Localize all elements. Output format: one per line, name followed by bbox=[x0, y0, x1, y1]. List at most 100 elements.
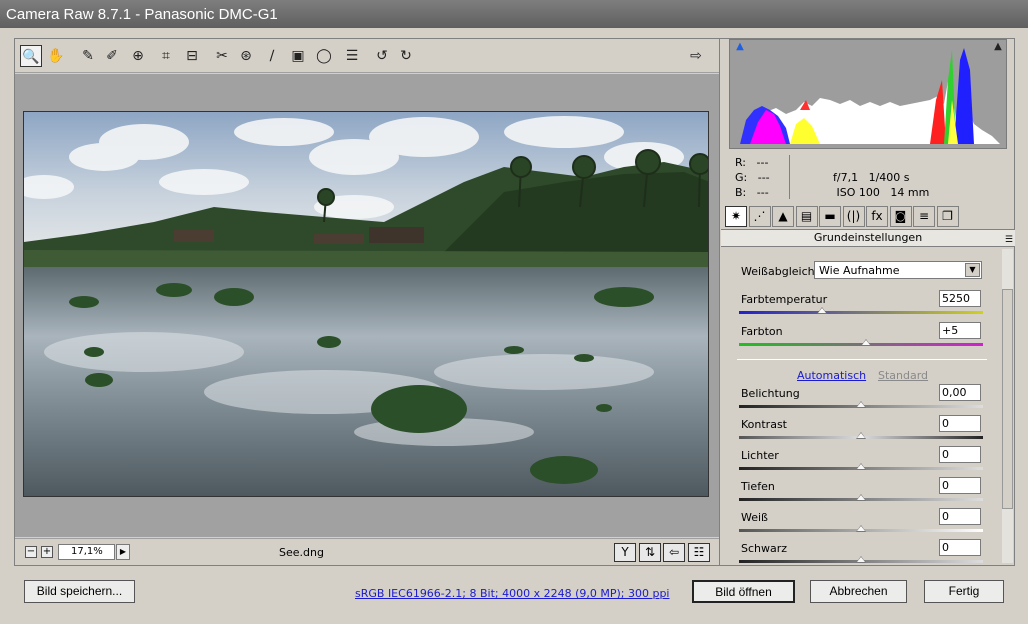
zoom-in-button[interactable]: + bbox=[41, 546, 53, 558]
slider-label: Weiß bbox=[741, 511, 768, 524]
preferences-icon[interactable]: ☰ bbox=[341, 45, 363, 67]
tab-effects[interactable]: fx bbox=[866, 206, 888, 227]
camera-raw-dialog: 🔍 ✋ ✎ ✐ ⊕ ⌗ ⊟ ✂ ⊛ ∕ ▣ ◯ ☰ ↺ ↻ ⇨ − + 17,1… bbox=[14, 38, 1015, 566]
r-value: --- bbox=[756, 156, 769, 169]
slider-value-field[interactable]: 0,00 bbox=[939, 384, 981, 401]
readout-divider bbox=[789, 155, 790, 199]
panel-title: Grundeinstellungen bbox=[813, 231, 923, 244]
swap-settings-button[interactable]: ⇅ bbox=[639, 543, 661, 562]
white-balance-value: Wie Aufnahme bbox=[819, 264, 900, 277]
zoom-out-button[interactable]: − bbox=[25, 546, 37, 558]
lake-photo bbox=[24, 112, 708, 496]
zoom-menu-arrow[interactable]: ▶ bbox=[116, 544, 130, 560]
tab-camera-calibration[interactable]: ◙ bbox=[889, 206, 912, 227]
radial-filter-icon[interactable]: ◯ bbox=[313, 45, 335, 67]
panel-menu-icon[interactable]: ☰ bbox=[1005, 232, 1013, 248]
focal-length: 14 mm bbox=[890, 186, 930, 199]
aperture: f/7,1 bbox=[833, 171, 859, 184]
preview-bottom-bar: − + 17,1% ▶ See.dng Y ⇅ ⇦ ☷ bbox=[15, 538, 719, 565]
tab-snapshots[interactable]: ❐ bbox=[936, 206, 959, 227]
slider-value-field[interactable]: 0 bbox=[939, 446, 981, 463]
preview-area[interactable] bbox=[15, 74, 719, 537]
slider-label: Belichtung bbox=[741, 387, 800, 400]
panel-tabs: ✷ ⋰ ▲ ▤ ▬ (|) fx ◙ ≡ ❐ bbox=[721, 204, 1015, 228]
panel-scrollbar-thumb[interactable] bbox=[1002, 289, 1013, 509]
histogram: ▲ ▲ bbox=[729, 39, 1007, 149]
slider-label: Tiefen bbox=[741, 480, 775, 493]
slider-value-field[interactable]: 0 bbox=[939, 539, 981, 556]
default-link[interactable]: Standard bbox=[878, 369, 928, 382]
basic-panel: Weißabgleich: Wie Aufnahme ▼ Farbtempera… bbox=[721, 249, 1015, 565]
tab-basic[interactable]: ✷ bbox=[725, 206, 747, 227]
tab-presets[interactable]: ≡ bbox=[913, 206, 935, 227]
straighten-icon[interactable]: ⊟ bbox=[181, 45, 203, 67]
spot-removal-icon[interactable]: ✂ bbox=[211, 45, 233, 67]
b-value: --- bbox=[756, 186, 769, 199]
color-sampler-icon[interactable]: ✐ bbox=[101, 45, 123, 67]
temperature-slider-thumb[interactable] bbox=[816, 307, 827, 314]
slider-thumb[interactable] bbox=[856, 463, 866, 470]
hand-icon[interactable]: ✋ bbox=[45, 45, 67, 67]
slider-thumb[interactable] bbox=[856, 525, 866, 532]
copy-settings-button[interactable]: ⇦ bbox=[663, 543, 685, 562]
tab-detail[interactable]: ▲ bbox=[772, 206, 794, 227]
histogram-graph bbox=[740, 48, 1000, 144]
zoom-icon[interactable]: 🔍 bbox=[20, 45, 42, 67]
settings-pane: ▲ ▲ R: --- G: --- B: --- f/7,1 1/400 s I… bbox=[721, 39, 1015, 565]
tint-field[interactable]: +5 bbox=[939, 322, 981, 339]
adjustment-brush-icon[interactable]: ∕ bbox=[261, 45, 283, 67]
temperature-field[interactable]: 5250 bbox=[939, 290, 981, 307]
zoom-level-field[interactable]: 17,1% bbox=[58, 544, 115, 560]
workflow-options-link[interactable]: sRGB IEC61966-2.1; 8 Bit; 4000 x 2248 (9… bbox=[355, 587, 670, 600]
tab-split-toning[interactable]: ▬ bbox=[819, 206, 841, 227]
shutter: 1/400 s bbox=[868, 171, 910, 184]
slider-value-field[interactable]: 0 bbox=[939, 508, 981, 525]
temperature-slider-track[interactable] bbox=[739, 311, 983, 314]
iso: ISO 100 bbox=[836, 186, 880, 199]
red-eye-icon[interactable]: ⊛ bbox=[235, 45, 257, 67]
b-label: B: bbox=[735, 186, 747, 199]
shadow-clipping-icon[interactable]: ▲ bbox=[732, 40, 748, 54]
toolbar: 🔍 ✋ ✎ ✐ ⊕ ⌗ ⊟ ✂ ⊛ ∕ ▣ ◯ ☰ ↺ ↻ ⇨ bbox=[15, 39, 719, 73]
white-balance-select[interactable]: Wie Aufnahme ▼ bbox=[814, 261, 982, 279]
targeted-adjustment-icon[interactable]: ⊕ bbox=[127, 45, 149, 67]
slider-thumb[interactable] bbox=[856, 494, 866, 501]
export-icon[interactable]: ⇨ bbox=[685, 45, 707, 67]
white-balance-label: Weißabgleich: bbox=[741, 265, 819, 278]
toggle-settings-button[interactable]: ☷ bbox=[688, 543, 710, 562]
photo-preview[interactable] bbox=[23, 111, 709, 497]
highlight-clipping-icon[interactable]: ▲ bbox=[990, 40, 1006, 54]
g-value: --- bbox=[757, 171, 770, 184]
slider-value-field[interactable]: 0 bbox=[939, 477, 981, 494]
rotate-left-icon[interactable]: ↺ bbox=[371, 45, 393, 67]
tab-lens-corrections[interactable]: (|) bbox=[842, 206, 865, 227]
crop-icon[interactable]: ⌗ bbox=[155, 45, 177, 67]
preview-pane: 🔍 ✋ ✎ ✐ ⊕ ⌗ ⊟ ✂ ⊛ ∕ ▣ ◯ ☰ ↺ ↻ ⇨ − + 17,1… bbox=[15, 39, 720, 565]
tint-label: Farbton bbox=[741, 325, 783, 338]
rgb-readout: R: --- G: --- B: --- bbox=[735, 155, 770, 200]
filename-label: See.dng bbox=[279, 546, 324, 559]
window-title: Camera Raw 8.7.1 - Panasonic DMC-G1 bbox=[0, 0, 1028, 28]
save-image-button[interactable]: Bild speichern... bbox=[24, 580, 135, 603]
eyedropper-icon[interactable]: ✎ bbox=[77, 45, 99, 67]
slider-thumb[interactable] bbox=[856, 401, 866, 408]
rotate-right-icon[interactable]: ↻ bbox=[395, 45, 417, 67]
open-image-button[interactable]: Bild öffnen bbox=[692, 580, 795, 603]
tab-hsl[interactable]: ▤ bbox=[795, 206, 818, 227]
tab-tone-curve[interactable]: ⋰ bbox=[748, 206, 771, 227]
slider-thumb[interactable] bbox=[856, 556, 866, 563]
cancel-button[interactable]: Abbrechen bbox=[810, 580, 907, 603]
panel-header: Grundeinstellungen ☰ bbox=[721, 229, 1015, 247]
divider bbox=[737, 359, 987, 360]
auto-link[interactable]: Automatisch bbox=[797, 369, 866, 382]
chevron-down-icon[interactable]: ▼ bbox=[965, 263, 980, 277]
slider-value-field[interactable]: 0 bbox=[939, 415, 981, 432]
slider-thumb[interactable] bbox=[856, 432, 866, 439]
r-label: R: bbox=[735, 156, 747, 169]
graduated-filter-icon[interactable]: ▣ bbox=[287, 45, 309, 67]
panel-scrollbar[interactable] bbox=[1002, 249, 1013, 563]
temperature-label: Farbtemperatur bbox=[741, 293, 828, 306]
before-after-button[interactable]: Y bbox=[614, 543, 636, 562]
done-button[interactable]: Fertig bbox=[924, 580, 1004, 603]
tint-slider-thumb[interactable] bbox=[860, 339, 871, 346]
